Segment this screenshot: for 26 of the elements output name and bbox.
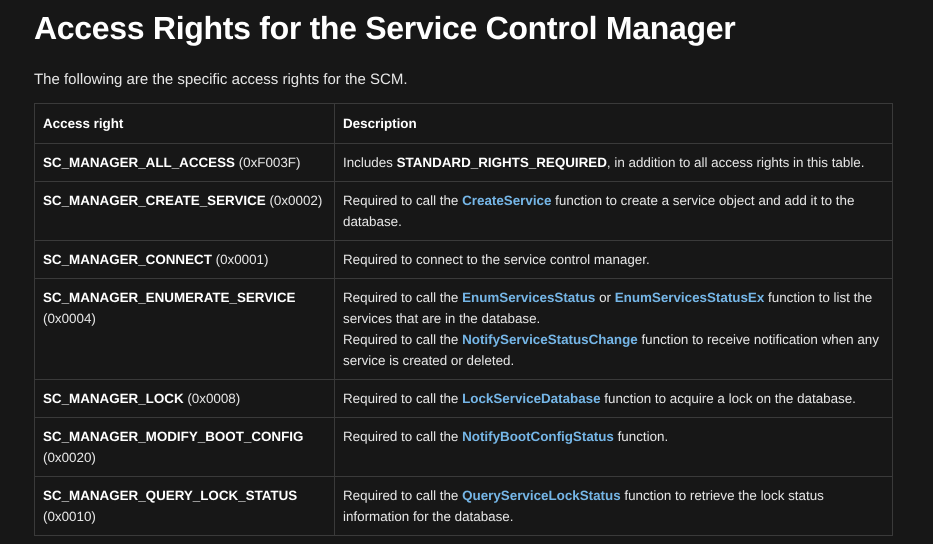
access-right-cell-text: SC_MANAGER_MODIFY_BOOT_CONFIG (0x0020) xyxy=(43,428,304,467)
access-right-cell-text: SC_MANAGER_QUERY_LOCK_STATUS (0x0010) xyxy=(43,487,298,526)
column-header: Description xyxy=(334,104,892,144)
access-right-cell-text: SC_MANAGER_LOCK (0x0008) xyxy=(43,390,242,408)
function-link[interactable]: QueryServiceLockStatus xyxy=(462,488,621,503)
function-link[interactable]: NotifyServiceStatusChange xyxy=(462,332,638,347)
description-text: Required to call the NotifyServiceStatusChange function to receive notification when any service is created or deleted. xyxy=(343,331,880,370)
page-title: Access Rights for the Service Control Manager xyxy=(34,9,736,48)
description-text: Includes STANDARD_RIGHTS_REQUIRED, in addition to all access rights in this table. xyxy=(343,154,866,172)
function-link[interactable]: EnumServicesStatusEx xyxy=(614,290,764,305)
function-link[interactable]: EnumServicesStatus xyxy=(462,290,596,305)
description-text: Required to call the QueryServiceLockStatus function to retrieve the lock status information for the database. xyxy=(343,487,825,526)
access-right-cell-text: SC_MANAGER_CREATE_SERVICE (0x0002) xyxy=(43,192,324,210)
function-link[interactable]: LockServiceDatabase xyxy=(462,391,601,406)
description-text: Required to call the CreateService function to create a service object and add it to the database. xyxy=(343,192,856,231)
function-link[interactable]: NotifyBootConfigStatus xyxy=(462,429,614,444)
description-text: Required to call the NotifyBootConfigStatus function. xyxy=(343,428,670,446)
function-link[interactable]: CreateService xyxy=(462,193,552,208)
access-right-cell-text: SC_MANAGER_CONNECT (0x0001) xyxy=(43,251,270,269)
description-text: Required to connect to the service control manager. xyxy=(343,251,651,269)
description-text: Required to call the LockServiceDatabase function to acquire a lock on the database. xyxy=(343,390,857,408)
column-header: Access right xyxy=(34,104,334,144)
intro-text: The following are the specific access rights for the SCM. xyxy=(34,70,408,90)
access-right-cell-text: SC_MANAGER_ENUMERATE_SERVICE (0x0004) xyxy=(43,289,296,328)
access-right-cell-text: SC_MANAGER_ALL_ACCESS (0xF003F) xyxy=(43,154,302,172)
description-text: Required to call the EnumServicesStatus or EnumServicesStatusEx function to list the services that are in the database. xyxy=(343,289,874,328)
